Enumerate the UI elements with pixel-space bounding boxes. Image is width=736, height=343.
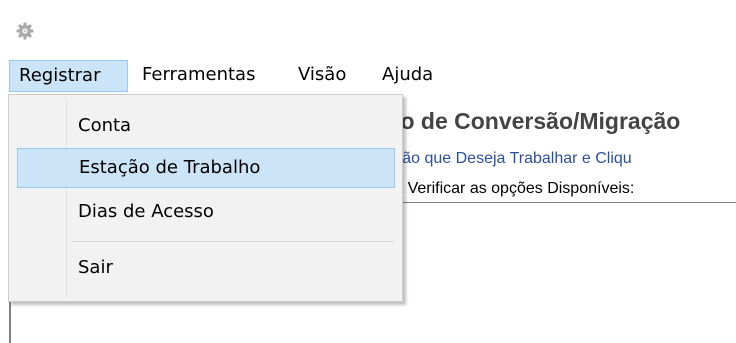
- app-window: Registrar Ferramentas Visão Ajuda eto de…: [0, 0, 736, 343]
- page-title: eto de Conversão/Migração: [380, 108, 681, 134]
- menu-separator: [72, 241, 394, 242]
- gear-icon[interactable]: [16, 22, 34, 40]
- menu-registrar[interactable]: Registrar: [9, 60, 128, 92]
- menu-ajuda[interactable]: Ajuda: [382, 60, 433, 92]
- instruction-text: ração que Deseja Trabalhar e Cliqu: [380, 150, 632, 167]
- divider: [380, 202, 736, 203]
- menu-bar: Registrar Ferramentas Visão Ajuda: [0, 60, 736, 94]
- menu-visao[interactable]: Visão: [298, 60, 346, 92]
- menu-item-dias-de-acesso[interactable]: Dias de Acesso: [17, 193, 395, 233]
- menu-item-conta[interactable]: Conta: [17, 107, 395, 147]
- registrar-dropdown-menu: Conta Estação de Trabalho Dias de Acesso…: [8, 94, 403, 302]
- menu-item-sair[interactable]: Sair: [17, 249, 395, 289]
- options-label: ara Verificar as opções Disponíveis:: [380, 180, 635, 197]
- menu-item-estacao-de-trabalho[interactable]: Estação de Trabalho: [17, 148, 395, 188]
- menu-ferramentas[interactable]: Ferramentas: [142, 60, 255, 92]
- title-bar: [0, 0, 736, 54]
